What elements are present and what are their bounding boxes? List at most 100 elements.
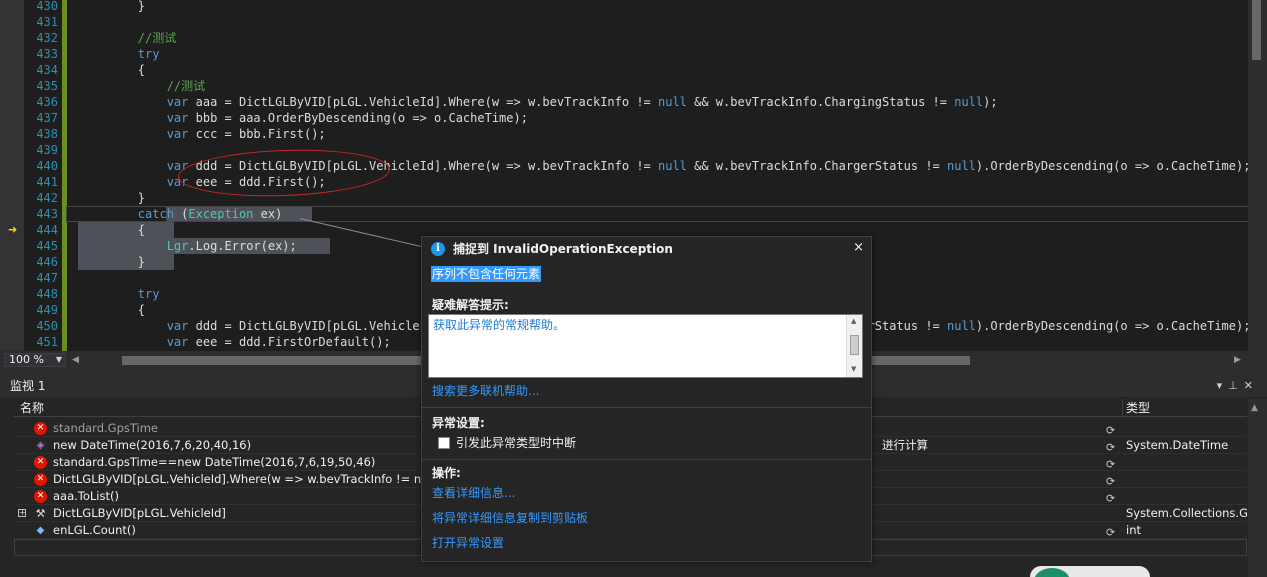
code-line[interactable]: 442 } [0, 190, 1267, 206]
code-text[interactable]: catch (Exception ex) [80, 206, 283, 222]
zoom-level-value: 100 % [9, 353, 44, 366]
troubleshooting-tips-list[interactable]: 获取此异常的常规帮助。 ▲ ▼ [428, 314, 863, 378]
code-line[interactable]: 431 [0, 14, 1267, 30]
watch-title-text: 监视 1 [10, 379, 46, 393]
break-on-exception-label[interactable]: 引发此异常类型时中断 [456, 435, 576, 451]
code-text[interactable]: try [80, 46, 160, 62]
search-online-help-link[interactable]: 搜索更多联机帮助... [432, 383, 539, 399]
code-text[interactable]: { [80, 302, 145, 318]
scroll-up-icon[interactable]: ▲ [851, 317, 856, 325]
watch-type: int [1126, 523, 1141, 537]
view-details-link[interactable]: 查看详细信息... [432, 485, 515, 501]
scroll-up-icon[interactable]: ▲ [1251, 403, 1258, 413]
pin-icon[interactable]: ⊥ [1228, 379, 1244, 392]
line-number: 440 [36, 159, 58, 173]
line-number: 442 [36, 191, 58, 205]
watch-name[interactable]: standard.GpsTime [53, 420, 158, 437]
code-line[interactable]: 436 var aaa = DictLGLByVID[pLGL.VehicleI… [0, 94, 1267, 110]
code-line[interactable]: 434 { [0, 62, 1267, 78]
line-number: 450 [36, 319, 58, 333]
watch-name[interactable]: standard.GpsTime==new DateTime(2016,7,6,… [53, 454, 375, 471]
line-number: 431 [36, 15, 58, 29]
chevron-down-icon: ▼ [55, 355, 62, 364]
code-text[interactable]: //测试 [80, 78, 205, 94]
tips-scroll-thumb[interactable] [850, 335, 859, 355]
error-icon: ✕ [34, 456, 47, 469]
code-line[interactable]: 433 try [0, 46, 1267, 62]
watch-value[interactable]: 进行计算 [882, 437, 928, 454]
panel-controls: ▾⊥✕ [1217, 375, 1259, 397]
watch-type: System.Collections.Gen [1126, 506, 1247, 520]
code-text[interactable]: var aaa = DictLGLByVID[pLGL.VehicleId].W… [80, 94, 998, 110]
open-exception-settings-link[interactable]: 打开异常设置 [432, 535, 504, 551]
info-icon: i [431, 242, 445, 256]
watch-type: System.DateTime [1126, 438, 1229, 452]
exception-title: 捕捉到 InvalidOperationException [453, 242, 673, 256]
code-text[interactable]: } [80, 190, 145, 206]
scroll-left-icon[interactable]: ◀ [72, 355, 79, 365]
zoom-level-select[interactable]: 100 % ▼ [4, 353, 66, 367]
error-icon: ✕ [34, 422, 47, 435]
line-number: 438 [36, 127, 58, 141]
code-line[interactable]: 430 } [0, 0, 1267, 14]
line-number: 446 [36, 255, 58, 269]
section-divider [422, 407, 871, 408]
line-number: 436 [36, 95, 58, 109]
code-line[interactable]: 439 [0, 142, 1267, 158]
code-line[interactable]: 437 var bbb = aaa.OrderByDescending(o =>… [0, 110, 1267, 126]
close-icon[interactable]: × [853, 240, 864, 256]
scroll-right-icon[interactable]: ▶ [1234, 355, 1241, 365]
error-icon: ✕ [34, 490, 47, 503]
code-text[interactable]: Lgr.Log.Error(ex); [80, 238, 297, 254]
editor-vertical-scroll-thumb[interactable] [1252, 0, 1261, 60]
actions-heading: 操作: [432, 466, 461, 480]
exception-settings-heading: 异常设置: [432, 416, 485, 430]
watch-name[interactable]: DictLGLByVID[pLGL.VehicleId].Where(w => … [53, 471, 456, 488]
exception-message[interactable]: 序列不包含任何元素 [431, 266, 542, 282]
line-number: 441 [36, 175, 58, 189]
line-number: 451 [36, 335, 58, 349]
line-number: 433 [36, 47, 58, 61]
code-text[interactable]: var eee = ddd.FirstOrDefault(); [80, 334, 391, 350]
exception-helper-popup[interactable]: i 捕捉到 InvalidOperationException × 序列不包含任… [421, 236, 872, 562]
tips-scrollbar[interactable]: ▲ ▼ [846, 315, 862, 377]
line-number: 432 [36, 31, 58, 45]
copy-details-link[interactable]: 将异常详细信息复制到剪贴板 [432, 510, 588, 526]
code-line[interactable]: 435 //测试 [0, 78, 1267, 94]
expand-icon[interactable]: + [18, 509, 26, 517]
line-number: 449 [36, 303, 58, 317]
line-number: 430 [36, 0, 58, 13]
current-statement-arrow-icon: ➜ [8, 223, 18, 236]
code-text[interactable]: { [80, 62, 145, 78]
break-on-exception-checkbox[interactable] [438, 437, 450, 449]
line-number: 444 [36, 223, 58, 237]
code-text[interactable]: try [80, 286, 160, 302]
code-text[interactable]: //测试 [80, 30, 176, 46]
code-text[interactable]: } [80, 254, 145, 270]
line-number: 437 [36, 111, 58, 125]
scroll-down-icon[interactable]: ▼ [851, 365, 856, 373]
watch-name[interactable]: enLGL.Count() [53, 522, 136, 539]
code-line[interactable]: 443 catch (Exception ex) [0, 206, 1267, 222]
close-icon[interactable]: ✕ [1244, 379, 1259, 392]
panel-menu-icon[interactable]: ▾ [1217, 379, 1229, 392]
column-divider[interactable] [1122, 399, 1123, 417]
code-text[interactable]: var ccc = bbb.First(); [80, 126, 326, 142]
code-text[interactable]: } [80, 0, 145, 14]
watch-name[interactable]: DictLGLByVID[pLGL.VehicleId] [53, 505, 226, 522]
watch-name[interactable]: aaa.ToList() [53, 488, 119, 505]
code-text[interactable]: { [80, 222, 145, 238]
code-line[interactable]: 432 //测试 [0, 30, 1267, 46]
line-number: 435 [36, 79, 58, 93]
line-number: 439 [36, 143, 58, 157]
troubleshooting-heading: 疑难解答提示: [432, 298, 509, 312]
watch-vertical-scrollbar[interactable] [1248, 399, 1267, 577]
general-help-link[interactable]: 获取此异常的常规帮助。 [433, 317, 565, 333]
column-header-name[interactable]: 名称 [20, 399, 44, 417]
line-number: 434 [36, 63, 58, 77]
watch-name[interactable]: new DateTime(2016,7,6,20,40,16) [53, 437, 251, 454]
line-number: 445 [36, 239, 58, 253]
code-text[interactable]: var bbb = aaa.OrderByDescending(o => o.C… [80, 110, 528, 126]
code-line[interactable]: 438 var ccc = bbb.First(); [0, 126, 1267, 142]
column-header-type[interactable]: 类型 [1126, 399, 1150, 417]
